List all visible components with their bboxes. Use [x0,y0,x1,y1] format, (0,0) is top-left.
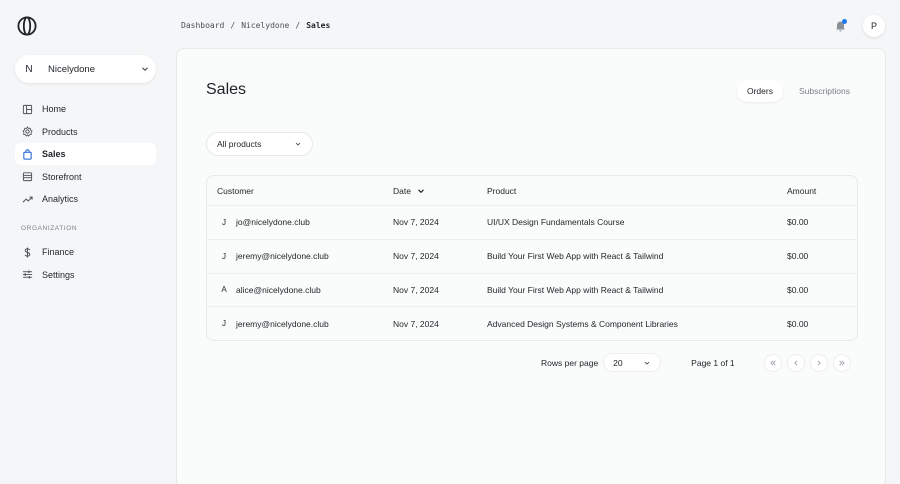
sidebar-item-label: Analytics [42,194,79,205]
breadcrumb-store[interactable]: Nicelydone [241,21,289,30]
notification-dot [842,19,847,24]
sidebar-item-label: Finance [42,247,75,257]
date-cell: Nov 7, 2024 [393,251,439,262]
column-header-product: Product [487,185,517,196]
last-page-button[interactable] [832,353,851,372]
sidebar-item-label: Home [42,104,67,114]
customer-avatar: J [222,319,226,329]
sort-down-icon[interactable] [417,187,425,195]
customer-email: alice@nicelydone.club [236,284,321,295]
page-indicator: Page 1 of 1 [691,357,735,368]
breadcrumb-separator: / [230,21,236,30]
sliders-icon [22,269,33,280]
user-avatar[interactable]: P [863,15,885,37]
sidebar-item-label: Settings [42,269,75,280]
customer-cell: A alice@nicelydone.club [207,283,393,297]
store-avatar: N [25,63,33,75]
customer-avatar: J [222,251,226,261]
customer-email: jo@nicelydone.club [236,217,310,228]
trend-icon [22,194,33,205]
rows-per-page-select[interactable]: 20 [603,353,662,372]
chevron-down-icon [644,361,650,365]
cog-icon [22,126,33,137]
date-cell: Nov 7, 2024 [393,318,439,329]
customer-cell: J jo@nicelydone.club [207,215,393,229]
customer-email: jeremy@nicelydone.club [236,251,329,262]
next-page-button[interactable] [809,353,828,372]
sidebar-item-settings[interactable]: Settings [15,264,156,286]
previous-page-button[interactable] [786,353,805,372]
sales-table: Customer Date Product Amount J jo@nicely… [206,175,858,341]
product-filter-value: All products [217,139,262,149]
chevron-left-icon [793,359,797,366]
storefront-icon [22,171,33,182]
chevron-down-icon [295,142,301,146]
product-cell: UI/UX Design Fundamentals Course [487,217,625,228]
breadcrumb-dashboard[interactable]: Dashboard [181,21,224,30]
amount-cell: $0.00 [787,318,809,329]
section-label-organization: ORGANIZATION [21,225,78,232]
tab-list: Orders Subscriptions [736,80,860,102]
pagination: Rows per page 20 Page 1 of 1 [541,353,856,372]
sidebar-item-sales[interactable]: Sales [15,143,156,166]
layout-icon [22,104,33,115]
column-header-amount: Amount [787,185,817,196]
table-header-row: Customer Date Product Amount [207,176,857,205]
sidebar-nav: Home Products Sales Storefront Analytics [15,98,156,211]
customer-email: jeremy@nicelydone.club [236,318,329,329]
sidebar-item-products[interactable]: Products [15,121,156,143]
sidebar-item-analytics[interactable]: Analytics [15,188,156,210]
breadcrumb-separator: / [295,21,301,30]
sidebar-item-label: Products [42,126,78,137]
product-filter-select[interactable]: All products [206,132,313,156]
breadcrumb-current: Sales [306,21,331,30]
sidebar-item-label: Sales [42,149,66,160]
customer-avatar: J [222,217,226,227]
brand-logo-icon[interactable] [17,16,37,36]
column-header-date[interactable]: Date [393,186,487,196]
product-cell: Build Your First Web App with React & Ta… [487,251,664,262]
column-header-date-label: Date [393,185,411,196]
table-row[interactable]: J jeremy@nicelydone.club Nov 7, 2024 Bui… [207,238,857,273]
sidebar-org-nav: Finance Settings [15,241,156,286]
chevron-right-icon [817,359,821,366]
date-cell: Nov 7, 2024 [393,284,439,295]
sidebar-item-home[interactable]: Home [15,98,156,120]
bag-icon [22,148,33,160]
sidebar-item-storefront[interactable]: Storefront [15,166,156,188]
table-row[interactable]: J jeremy@nicelydone.club Nov 7, 2024 Adv… [207,306,857,340]
customer-cell: J jeremy@nicelydone.club [207,249,393,263]
page-title: Sales [206,81,247,98]
chevrons-left-icon [769,359,776,366]
amount-cell: $0.00 [787,217,809,228]
product-cell: Advanced Design Systems & Component Libr… [487,318,678,329]
table-row[interactable]: J jo@nicelydone.club Nov 7, 2024 UI/UX D… [207,205,857,239]
first-page-button[interactable] [763,353,782,372]
rows-per-page-label: Rows per page [541,357,599,368]
rows-per-page-value: 20 [613,357,623,368]
store-name: Nicelydone [48,63,95,75]
amount-cell: $0.00 [787,284,809,295]
customer-cell: J jeremy@nicelydone.club [207,317,393,331]
column-header-customer: Customer [217,185,254,196]
sidebar-item-finance[interactable]: Finance [15,241,156,263]
tab-orders[interactable]: Orders [736,80,783,102]
tab-subscriptions[interactable]: Subscriptions [789,80,860,102]
chevrons-right-icon [838,359,845,366]
main-panel: Sales Orders Subscriptions All products … [176,48,886,484]
amount-cell: $0.00 [787,251,809,262]
customer-avatar: A [221,285,227,295]
dollar-icon [22,247,33,258]
chevron-down-icon [142,67,148,71]
breadcrumb: Dashboard / Nicelydone / Sales [181,21,330,30]
store-switcher[interactable]: N Nicelydone [15,55,156,83]
date-cell: Nov 7, 2024 [393,217,439,228]
table-row[interactable]: A alice@nicelydone.club Nov 7, 2024 Buil… [207,272,857,307]
sidebar-item-label: Storefront [42,171,82,182]
product-cell: Build Your First Web App with React & Ta… [487,284,664,295]
